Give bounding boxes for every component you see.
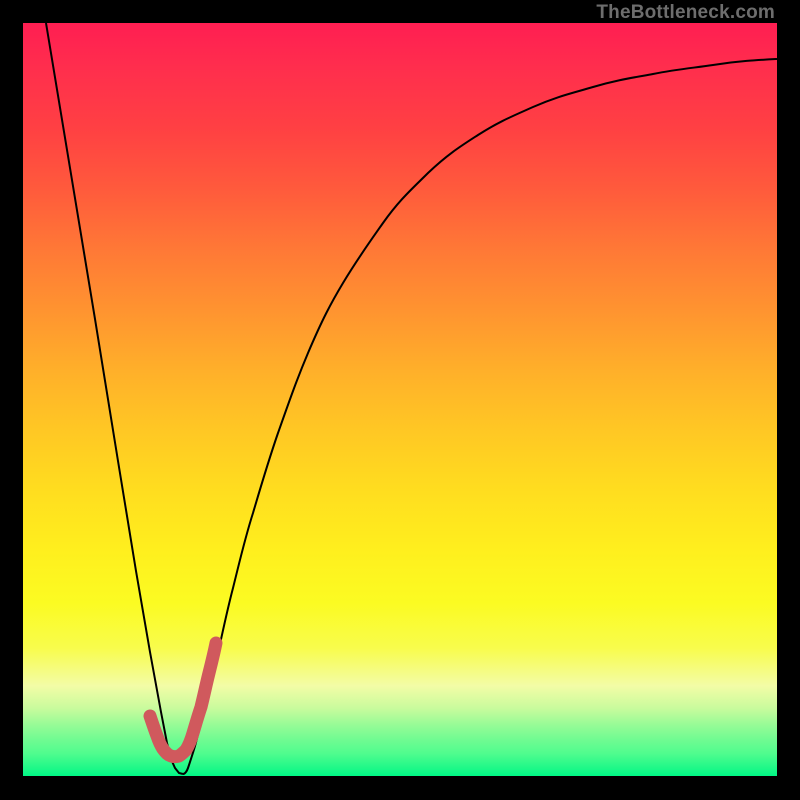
watermark-text: TheBottleneck.com xyxy=(596,2,775,24)
plot-area xyxy=(23,23,777,776)
bottleneck-curve xyxy=(23,23,777,776)
right-curve-path xyxy=(183,59,777,774)
chart-frame: TheBottleneck.com xyxy=(0,0,800,800)
tick-mark-path xyxy=(150,643,216,757)
left-curve-path xyxy=(46,23,183,774)
